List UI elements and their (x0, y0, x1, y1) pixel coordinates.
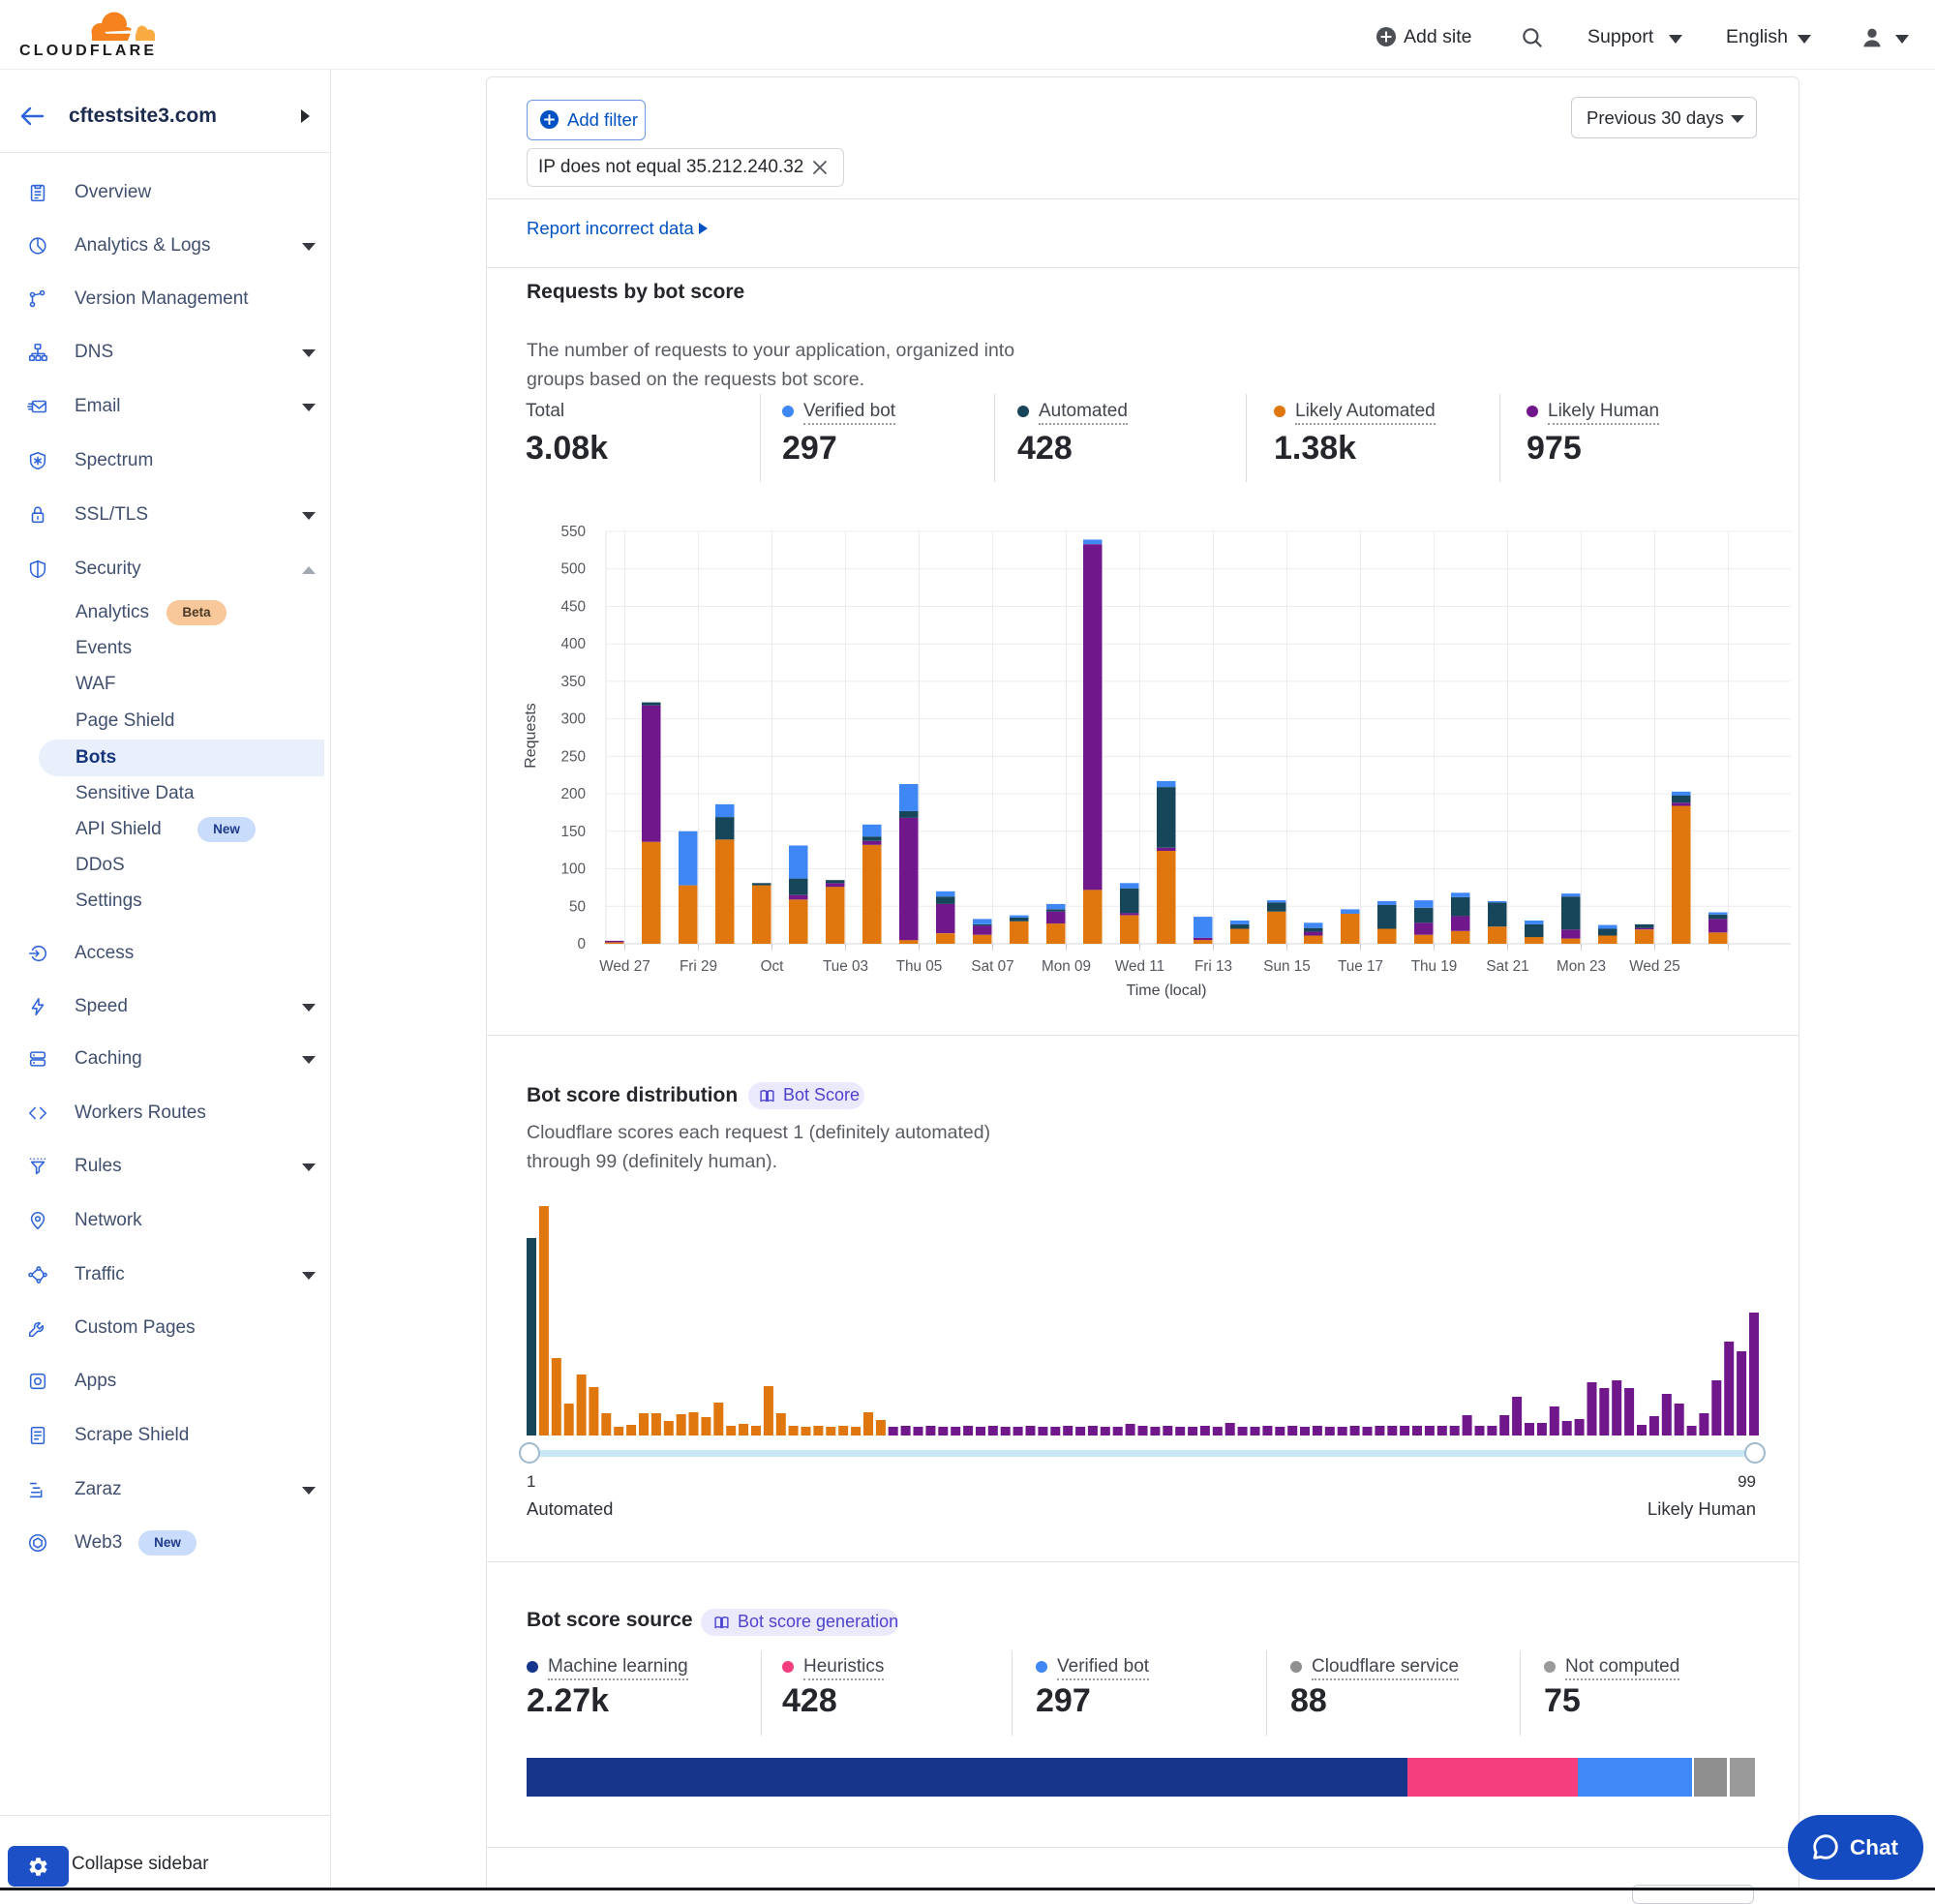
svg-text:Thu 05: Thu 05 (896, 958, 943, 975)
svg-text:350: 350 (560, 674, 586, 690)
svg-text:0: 0 (577, 936, 586, 952)
svg-text:Fri 29: Fri 29 (680, 958, 717, 975)
svg-text:Time (local): Time (local) (1127, 982, 1207, 999)
svg-text:Wed 27: Wed 27 (599, 958, 650, 975)
svg-text:150: 150 (560, 824, 586, 840)
svg-text:Tue 03: Tue 03 (823, 958, 868, 975)
svg-text:450: 450 (560, 599, 586, 616)
svg-text:Sun 15: Sun 15 (1263, 958, 1310, 975)
svg-text:200: 200 (560, 786, 586, 802)
svg-text:Oct: Oct (761, 958, 785, 975)
svg-text:Automated: Automated (527, 1498, 613, 1519)
svg-text:99: 99 (1738, 1472, 1756, 1491)
svg-text:1: 1 (527, 1472, 535, 1491)
svg-text:Thu 19: Thu 19 (1411, 958, 1458, 975)
svg-text:Wed 25: Wed 25 (1629, 958, 1679, 975)
svg-text:Fri 13: Fri 13 (1194, 958, 1232, 975)
svg-text:400: 400 (560, 636, 586, 652)
svg-text:550: 550 (560, 524, 586, 540)
svg-text:Sat 07: Sat 07 (971, 958, 1013, 975)
svg-text:100: 100 (560, 861, 586, 878)
svg-text:Sat 21: Sat 21 (1486, 958, 1528, 975)
svg-text:250: 250 (560, 748, 586, 765)
svg-text:Mon 23: Mon 23 (1557, 958, 1606, 975)
svg-text:300: 300 (560, 711, 586, 728)
svg-text:Mon 09: Mon 09 (1042, 958, 1091, 975)
svg-text:50: 50 (569, 898, 586, 915)
svg-text:500: 500 (560, 561, 586, 578)
svg-text:Requests: Requests (523, 703, 539, 769)
svg-text:Likely Human: Likely Human (1648, 1498, 1756, 1519)
svg-text:Tue 17: Tue 17 (1338, 958, 1383, 975)
svg-text:Wed 11: Wed 11 (1115, 958, 1164, 975)
